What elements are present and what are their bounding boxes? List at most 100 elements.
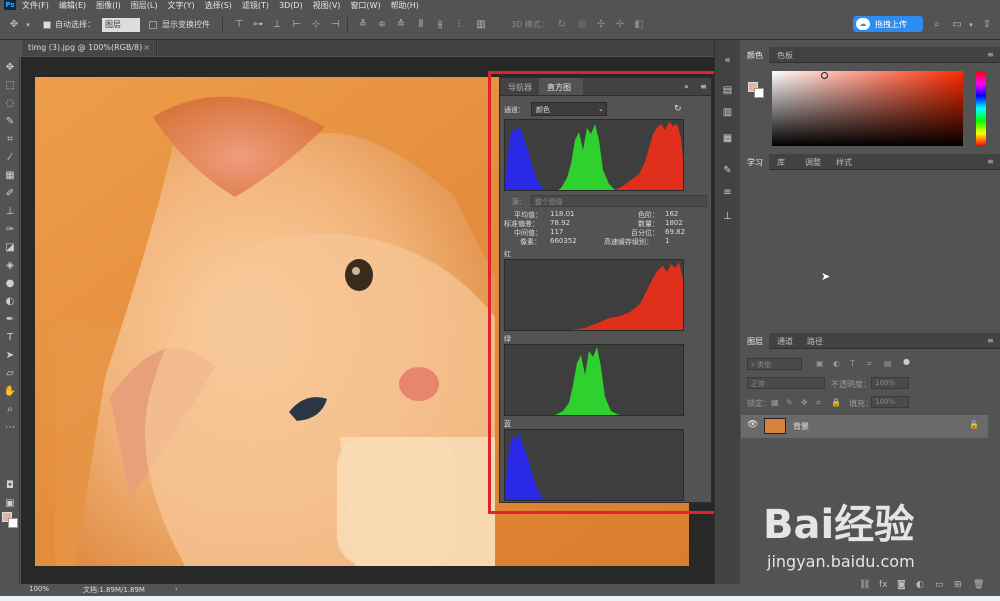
menu-view[interactable]: 视图(V) (313, 0, 341, 11)
filter-adjustment-icon[interactable]: ◐ (833, 359, 840, 368)
orbit-3d-icon[interactable]: ↻ (556, 19, 568, 31)
lock-artboard-icon[interactable]: ⌗ (816, 398, 821, 408)
tab-swatches[interactable]: 色板 (777, 50, 793, 61)
workspace-icon[interactable]: ▭ (951, 19, 963, 31)
layer-row[interactable]: 👁 背景 🔒 (741, 415, 988, 438)
color-picker-field[interactable] (772, 71, 963, 146)
menu-filter[interactable]: 滤镜(T) (242, 0, 269, 11)
color-picker-cursor[interactable] (821, 72, 828, 79)
brush-dock-icon[interactable]: ✎ (721, 164, 734, 177)
histogram-dock-icon[interactable]: ▤ (721, 84, 734, 97)
show-transform-checkbox[interactable] (149, 21, 157, 29)
filter-shape-icon[interactable]: ⌗ (867, 359, 872, 369)
lock-pixels-icon[interactable]: ✎ (786, 398, 793, 407)
filter-pixel-icon[interactable]: ▣ (816, 359, 824, 368)
menu-file[interactable]: 文件(F) (22, 0, 49, 11)
lock-transparent-icon[interactable]: ▦ (771, 398, 779, 407)
blend-mode-select[interactable]: 正常 (747, 377, 825, 389)
chevron-down-icon[interactable]: ▾ (22, 19, 34, 31)
lasso-tool-icon[interactable]: ◌ (3, 97, 17, 111)
tab-adjustments[interactable]: 调整 (805, 157, 821, 168)
align-left-icon[interactable]: ⊢ (291, 19, 303, 31)
menu-image[interactable]: 图像(I) (96, 0, 121, 11)
zoom-level[interactable]: 100% (29, 585, 49, 593)
dock-collapse-icon[interactable]: « (721, 54, 734, 67)
zoom-tool-icon[interactable]: ⌕ (3, 403, 17, 417)
distribute-top-icon[interactable]: ≚ (357, 19, 369, 31)
tab-channels[interactable]: 通道 (777, 336, 793, 347)
upload-button[interactable]: ☁ 拖拽上传 (853, 16, 923, 32)
slide-3d-icon[interactable]: ✢ (614, 19, 626, 31)
drag-3d-icon[interactable]: ✣ (595, 19, 607, 31)
roll-3d-icon[interactable]: ◎ (576, 19, 588, 31)
menu-type[interactable]: 文字(Y) (167, 0, 194, 11)
crop-tool-icon[interactable]: ⌗ (3, 133, 17, 147)
brush-settings-dock-icon[interactable]: ≡ (721, 186, 734, 199)
align-vcenter-icon[interactable]: ⊶ (252, 19, 264, 31)
quick-mask-icon[interactable]: ◘ (3, 479, 17, 493)
filter-toggle-icon[interactable]: ● (903, 357, 910, 366)
eyedropper-tool-icon[interactable]: ⁄ (3, 151, 17, 165)
marquee-tool-icon[interactable]: ⬚ (3, 79, 17, 93)
lock-position-icon[interactable]: ✥ (801, 398, 808, 407)
background-color-swatch[interactable] (8, 518, 18, 528)
align-bottom-icon[interactable]: ⊥ (271, 19, 283, 31)
auto-align-icon[interactable]: ▥ (475, 19, 487, 31)
menu-window[interactable]: 窗口(W) (350, 0, 380, 11)
move-tool-icon[interactable]: ✥ (8, 19, 20, 31)
hue-slider[interactable] (976, 71, 986, 146)
hand-tool-icon[interactable]: ✋ (3, 385, 17, 399)
eraser-tool-icon[interactable]: ◪ (3, 241, 17, 255)
menu-help[interactable]: 帮助(H) (391, 0, 419, 11)
scale-3d-icon[interactable]: ◧ (633, 19, 645, 31)
opacity-input[interactable]: 100% (871, 377, 909, 389)
align-right-icon[interactable]: ⊣ (329, 19, 341, 31)
chevron-right-icon[interactable]: › (175, 585, 178, 593)
blur-tool-icon[interactable]: ● (3, 277, 17, 291)
chevron-down-icon[interactable]: ▾ (965, 19, 977, 31)
tab-color[interactable]: 颜色 (747, 50, 763, 61)
auto-select-checkbox[interactable] (43, 21, 51, 29)
close-icon[interactable]: × (143, 43, 150, 52)
tab-libraries[interactable]: 库 (777, 157, 785, 168)
more-tools-icon[interactable]: ⋯ (3, 421, 17, 435)
pen-tool-icon[interactable]: ✒ (3, 313, 17, 327)
brush-tool-icon[interactable]: ✐ (3, 187, 17, 201)
shape-tool-icon[interactable]: ▱ (3, 367, 17, 381)
menu-3d[interactable]: 3D(D) (279, 1, 303, 10)
properties-dock-icon[interactable]: ▥ (721, 106, 734, 119)
dodge-tool-icon[interactable]: ◐ (3, 295, 17, 309)
type-tool-icon[interactable]: T (3, 331, 17, 345)
quick-select-tool-icon[interactable]: ✎ (3, 115, 17, 129)
move-tool-icon[interactable]: ✥ (3, 61, 17, 75)
history-brush-tool-icon[interactable]: ✑ (3, 223, 17, 237)
fill-input[interactable]: 100% (871, 396, 909, 408)
stamp-dock-icon[interactable]: ⊥ (721, 210, 734, 223)
tab-styles[interactable]: 样式 (836, 157, 852, 168)
lock-all-icon[interactable]: 🔒 (831, 398, 841, 407)
distribute-left-icon[interactable]: ⫴ (415, 19, 427, 31)
panel-menu-icon[interactable]: ≡ (987, 50, 994, 59)
distribute-hcenter-icon[interactable]: ⫵ (434, 19, 446, 31)
distribute-bottom-icon[interactable]: ≙ (395, 19, 407, 31)
gradient-tool-icon[interactable]: ◈ (3, 259, 17, 273)
share-icon[interactable]: ⇪ (981, 19, 993, 31)
layer-kind-filter[interactable]: ⌕ 类型 (747, 358, 802, 370)
panel-menu-icon[interactable]: ≡ (987, 157, 994, 166)
search-icon[interactable]: ⌕ (931, 19, 943, 31)
path-select-tool-icon[interactable]: ➤ (3, 349, 17, 363)
tab-paths[interactable]: 路径 (807, 336, 823, 347)
distribute-right-icon[interactable]: ⫶ (453, 19, 465, 31)
filter-type-icon[interactable]: T (850, 359, 855, 368)
auto-select-dropdown[interactable]: 图层 (102, 18, 140, 32)
distribute-vcenter-icon[interactable]: ≑ (376, 19, 388, 31)
layer-name[interactable]: 背景 (793, 421, 809, 432)
panel-menu-icon[interactable]: ≡ (987, 336, 994, 345)
layout-dock-icon[interactable]: ▦ (721, 132, 734, 145)
tab-learn[interactable]: 学习 (747, 157, 763, 168)
filter-smart-object-icon[interactable]: ▤ (884, 359, 892, 368)
align-hcenter-icon[interactable]: ⊹ (310, 19, 322, 31)
clone-stamp-tool-icon[interactable]: ⊥ (3, 205, 17, 219)
document-tab[interactable]: timg (3).jpg @ 100%(RGB/8) × (22, 40, 157, 56)
background-color-swatch[interactable] (754, 88, 764, 98)
